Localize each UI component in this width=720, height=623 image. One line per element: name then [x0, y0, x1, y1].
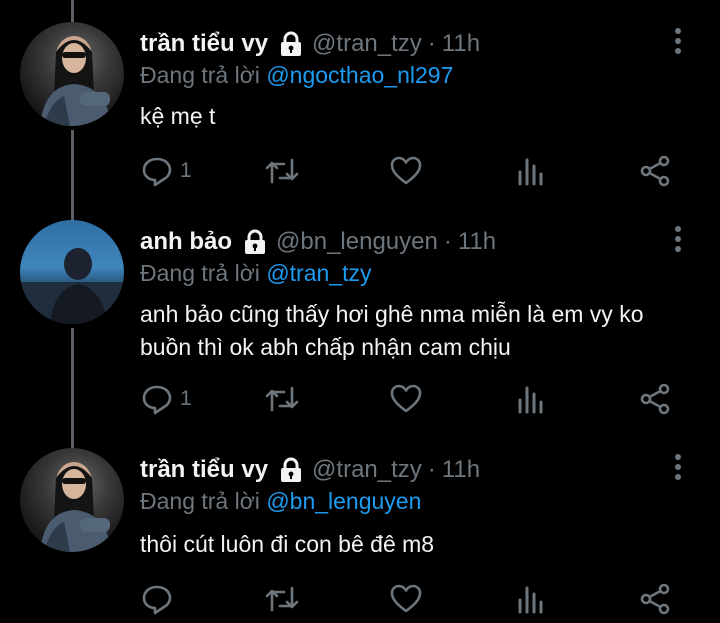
avatar[interactable]	[20, 220, 124, 324]
like-icon	[390, 384, 422, 413]
retweet-icon	[265, 586, 299, 612]
reply-icon	[142, 385, 172, 415]
tweet-text: kệ mẹ t	[140, 103, 216, 129]
more-icon[interactable]	[668, 452, 688, 482]
reply-icon	[142, 157, 172, 187]
lock-icon	[281, 457, 302, 482]
tweet[interactable]: anh bảo @bn_lenguyen · 11h Đang trả lời …	[0, 208, 720, 436]
tweet-text: anh bảo cũng thấy hơi ghê nma miễn là em…	[140, 301, 644, 360]
avatar[interactable]	[20, 22, 124, 126]
like-icon	[390, 156, 422, 185]
reply-button[interactable]: 1	[140, 382, 192, 416]
more-icon[interactable]	[668, 224, 688, 254]
lock-icon	[281, 31, 302, 56]
retweet-button[interactable]	[264, 154, 300, 188]
retweet-button[interactable]	[264, 582, 300, 616]
replying-to-label: Đang trả lời	[140, 488, 260, 514]
timestamp[interactable]: 11h	[442, 456, 480, 484]
share-button[interactable]	[638, 582, 672, 616]
share-button[interactable]	[638, 382, 672, 416]
display-name[interactable]: trần tiểu vy	[140, 456, 268, 484]
tweet-actions: 1	[140, 382, 700, 416]
lock-icon	[245, 229, 266, 254]
share-icon	[640, 155, 670, 187]
display-name[interactable]: anh bảo	[140, 228, 232, 256]
reply-mention-link[interactable]: @tran_tzy	[266, 260, 371, 286]
analytics-icon	[518, 158, 543, 186]
tweet-actions	[140, 582, 700, 616]
share-icon	[640, 383, 670, 415]
like-icon	[390, 584, 422, 613]
retweet-icon	[265, 386, 299, 412]
user-handle[interactable]: @bn_lenguyen	[276, 228, 438, 256]
analytics-button[interactable]	[516, 582, 546, 616]
reply-icon	[142, 585, 172, 615]
share-icon	[640, 583, 670, 615]
share-button[interactable]	[638, 154, 672, 188]
tweet-text: thôi cút luôn đi con bê đê m8	[140, 531, 435, 557]
reply-button[interactable]: 1	[140, 154, 192, 188]
separator-dot: ·	[427, 30, 436, 57]
separator-dot: ·	[443, 228, 452, 255]
like-button[interactable]	[389, 382, 423, 416]
analytics-icon	[518, 386, 543, 414]
like-button[interactable]	[389, 582, 423, 616]
tweet[interactable]: trần tiểu vy @tran_tzy · 11h Đang trả lờ…	[0, 436, 720, 623]
reply-mention-link[interactable]: @ngocthao_nl297	[266, 62, 453, 88]
avatar[interactable]	[20, 448, 124, 552]
reply-count: 1	[180, 387, 192, 410]
user-handle[interactable]: @tran_tzy	[312, 456, 422, 484]
display-name[interactable]: trần tiểu vy	[140, 30, 268, 58]
user-handle[interactable]: @tran_tzy	[312, 30, 422, 58]
retweet-button[interactable]	[264, 382, 300, 416]
replying-to-label: Đang trả lời	[140, 62, 260, 88]
timestamp[interactable]: 11h	[442, 30, 480, 58]
tweet[interactable]: trần tiểu vy @tran_tzy · 11h Đang trả lờ…	[0, 0, 720, 208]
analytics-button[interactable]	[516, 382, 546, 416]
retweet-icon	[265, 158, 299, 184]
timestamp[interactable]: 11h	[458, 228, 496, 256]
replying-to-label: Đang trả lời	[140, 260, 260, 286]
reply-count: 1	[180, 159, 192, 182]
separator-dot: ·	[427, 456, 436, 483]
tweet-actions: 1	[140, 154, 700, 188]
analytics-button[interactable]	[516, 154, 546, 188]
like-button[interactable]	[389, 154, 423, 188]
reply-mention-link[interactable]: @bn_lenguyen	[266, 488, 421, 514]
analytics-icon	[518, 586, 543, 614]
reply-button[interactable]	[140, 582, 180, 616]
more-icon[interactable]	[668, 26, 688, 56]
